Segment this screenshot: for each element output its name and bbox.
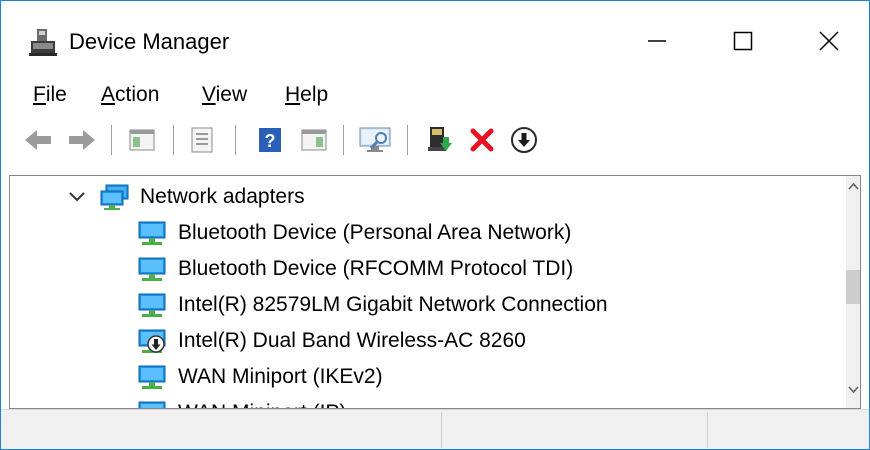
menu-bar: File Action View Help (1, 79, 869, 111)
uninstall-device-icon (470, 128, 494, 152)
chevron-down-icon (848, 386, 859, 394)
scan-hardware-changes-icon (359, 127, 391, 152)
disable-device-button[interactable] (507, 122, 541, 158)
minimize-icon (648, 40, 666, 42)
chevron-down-icon[interactable] (66, 186, 88, 208)
category-label: Network adapters (140, 185, 305, 208)
back-arrow-icon (25, 130, 51, 150)
status-pane (707, 412, 867, 448)
close-icon (819, 31, 839, 51)
update-driver-icon (428, 127, 452, 151)
status-pane (441, 412, 707, 448)
chevron-up-icon (848, 182, 859, 190)
toolbar-separator (111, 125, 113, 155)
toolbar: ? (1, 117, 869, 163)
scrollbar-thumb[interactable] (846, 270, 860, 304)
tree-item[interactable]: WAN Miniport (IP) (136, 396, 346, 408)
scroll-down-button[interactable] (846, 380, 860, 400)
disable-device-icon (511, 127, 537, 153)
menu-help-accel: H (285, 83, 301, 106)
tree-item[interactable]: WAN Miniport (IKEv2) (136, 360, 383, 394)
title-bar[interactable]: Device Manager (1, 1, 869, 79)
show-hide-console-tree-button[interactable] (125, 122, 159, 158)
toolbar-separator (343, 125, 345, 155)
device-label: WAN Miniport (IKEv2) (178, 365, 383, 388)
vertical-scrollbar[interactable] (846, 176, 860, 408)
device-label: WAN Miniport (IP) (178, 401, 346, 408)
device-label: Bluetooth Device (RFCOMM Protocol TDI) (178, 257, 574, 280)
network-adapter-icon (138, 401, 166, 408)
minimize-button[interactable] (627, 15, 687, 67)
svg-text:?: ? (265, 131, 276, 151)
tree-item[interactable]: Intel(R) 82579LM Gigabit Network Connect… (136, 288, 608, 322)
tree-item[interactable]: Bluetooth Device (RFCOMM Protocol TDI) (136, 252, 573, 286)
tree-item[interactable]: Intel(R) Dual Band Wireless-AC 8260 (136, 324, 526, 358)
action-pane-button[interactable] (297, 122, 331, 158)
toolbar-separator (173, 125, 175, 155)
maximize-button[interactable] (713, 15, 773, 67)
scan-hardware-changes-button[interactable] (359, 122, 393, 158)
network-adapter-icon (138, 257, 166, 281)
window-title: Device Manager (69, 29, 230, 54)
network-adapter-icon (138, 293, 166, 317)
status-bar (1, 409, 869, 449)
toolbar-separator (407, 125, 409, 155)
menu-action-accel: A (101, 83, 116, 106)
menu-action-rest: ction (115, 83, 160, 106)
tree-item[interactable]: Bluetooth Device (Personal Area Network) (136, 216, 571, 250)
help-icon: ? (259, 128, 281, 152)
action-pane-icon (301, 129, 327, 151)
forward-arrow-icon (69, 130, 95, 150)
scroll-up-button[interactable] (846, 176, 860, 196)
network-adapter-disabled-icon (138, 329, 166, 353)
menu-help-rest: elp (300, 83, 329, 106)
menu-view-accel: V (202, 83, 216, 106)
device-label: Intel(R) 82579LM Gigabit Network Connect… (178, 293, 608, 316)
menu-file[interactable]: File (33, 79, 67, 111)
toolbar-separator (235, 125, 237, 155)
device-label: Intel(R) Dual Band Wireless-AC 8260 (178, 329, 526, 352)
tree-category-network-adapters[interactable]: Network adapters (66, 180, 305, 214)
close-button[interactable] (799, 15, 859, 67)
device-label: Bluetooth Device (Personal Area Network) (178, 221, 572, 244)
forward-button[interactable] (65, 122, 99, 158)
menu-view-rest: iew (215, 83, 248, 106)
maximize-icon (733, 31, 753, 51)
properties-icon (191, 127, 213, 153)
network-adapter-icon (138, 221, 166, 245)
device-manager-icon (29, 29, 57, 56)
uninstall-device-button[interactable] (465, 122, 499, 158)
menu-help[interactable]: Help (285, 79, 328, 111)
network-adapter-icon (138, 365, 166, 389)
back-button[interactable] (21, 122, 55, 158)
menu-action[interactable]: Action (101, 79, 159, 111)
properties-button[interactable] (185, 122, 219, 158)
menu-file-rest: ile (45, 83, 67, 106)
update-driver-button[interactable] (423, 122, 457, 158)
network-adapters-category-icon (100, 184, 129, 210)
device-manager-window: Device Manager File Action View Help ? N… (0, 0, 870, 450)
device-tree[interactable]: Network adapters Bluetooth Device (Perso… (9, 175, 861, 409)
menu-view[interactable]: View (202, 79, 247, 111)
menu-file-accel: F (33, 83, 46, 106)
help-button[interactable]: ? (253, 122, 287, 158)
show-hide-console-tree-icon (129, 129, 155, 151)
